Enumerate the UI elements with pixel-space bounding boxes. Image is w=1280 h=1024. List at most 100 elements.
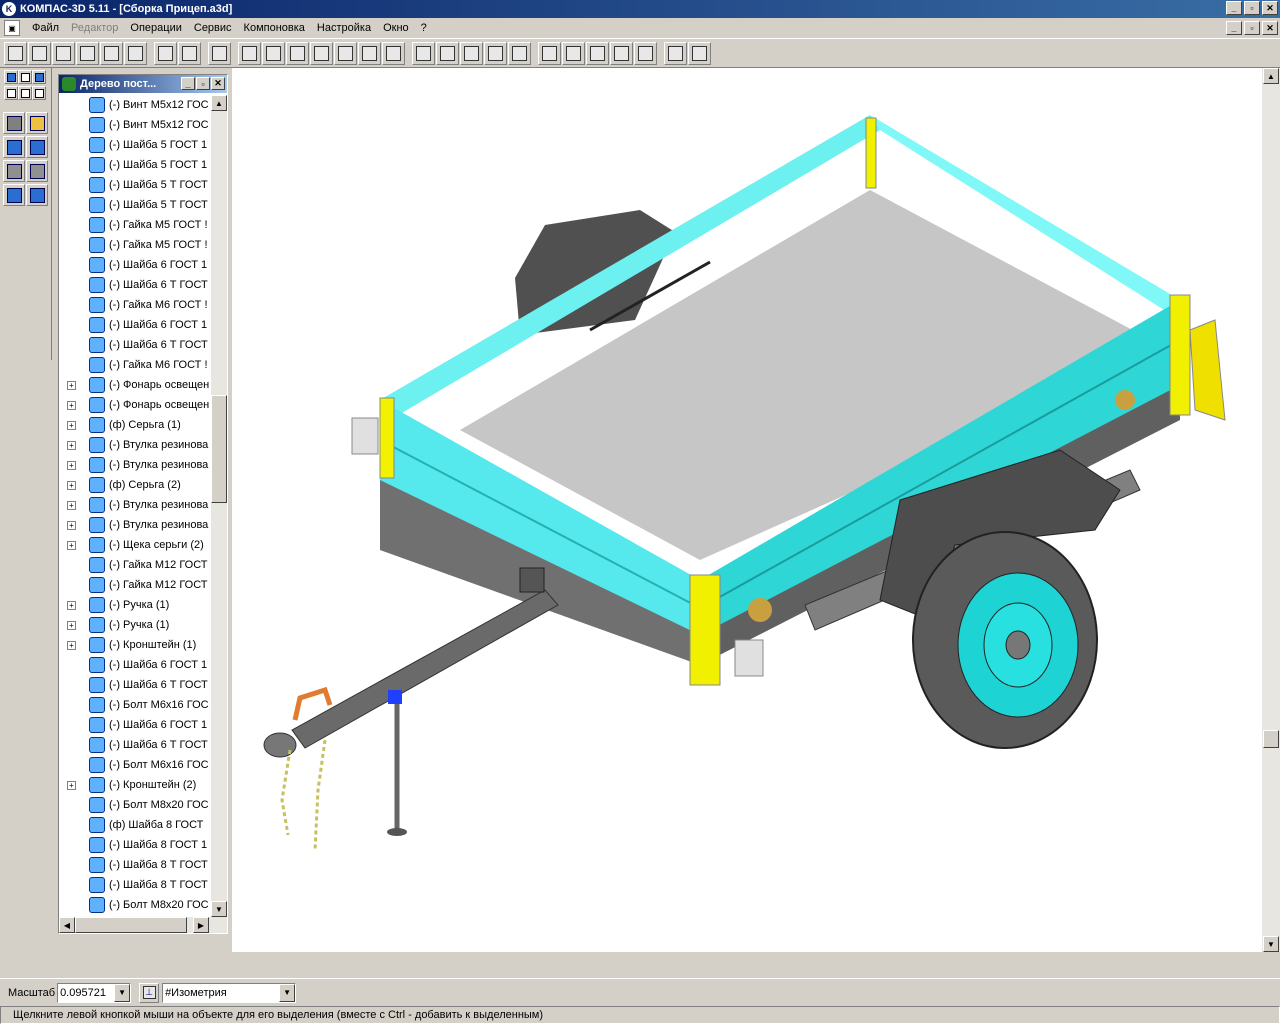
dim-tool-icon[interactable] bbox=[18, 70, 32, 84]
tree-node[interactable]: + (-) Ручка (1) bbox=[59, 595, 209, 615]
new-document-icon[interactable] bbox=[76, 41, 99, 65]
minimize-button[interactable]: _ bbox=[1226, 1, 1242, 15]
tree-node[interactable]: + (-) Втулка резинова bbox=[59, 435, 209, 455]
tree-node[interactable]: + (ф) Серьга (2) bbox=[59, 475, 209, 495]
tree-node[interactable]: + (-) Втулка резинова bbox=[59, 455, 209, 475]
expand-icon[interactable]: + bbox=[67, 600, 76, 610]
zoom-all-icon[interactable] bbox=[358, 41, 381, 65]
scroll-right-icon[interactable]: ▶ bbox=[193, 917, 209, 933]
library-icon[interactable] bbox=[586, 41, 609, 65]
tree-node[interactable]: (-) Гайка М12 ГОСТ bbox=[59, 575, 209, 595]
panel-maximize-button[interactable]: ▫ bbox=[196, 77, 210, 90]
expand-icon[interactable]: + bbox=[67, 420, 76, 430]
edit-tool-icon[interactable] bbox=[4, 70, 18, 84]
view-orientation-combobox[interactable]: #Изометрия ▼ bbox=[162, 982, 297, 1003]
zoom-window-icon[interactable] bbox=[238, 41, 261, 65]
tree-node[interactable]: + (-) Втулка резинова bbox=[59, 495, 209, 515]
rotate-icon[interactable] bbox=[382, 41, 405, 65]
tree-node[interactable]: (-) Шайба 6 Т ГОСТ bbox=[59, 735, 209, 755]
view-dropdown-icon[interactable]: ▼ bbox=[279, 983, 296, 1002]
expand-icon[interactable]: + bbox=[67, 500, 76, 510]
zoom-in-icon[interactable] bbox=[286, 41, 309, 65]
viewport-scroll-up-icon[interactable]: ▲ bbox=[1263, 68, 1279, 84]
expand-icon[interactable]: + bbox=[67, 780, 76, 790]
menu-window[interactable]: Окно bbox=[377, 22, 415, 34]
doc-restore-button[interactable]: ▫ bbox=[1244, 21, 1260, 35]
tree-node[interactable]: (ф) Шайба 8 ГОСТ bbox=[59, 815, 209, 835]
tree-node[interactable]: + (ф) Серьга (1) bbox=[59, 415, 209, 435]
tree-node[interactable]: (-) Болт М6х16 ГОС bbox=[59, 695, 209, 715]
open-part-icon[interactable] bbox=[26, 112, 48, 134]
tree-scroll-thumb[interactable] bbox=[211, 395, 227, 503]
tree-node[interactable]: (-) Шайба 8 Т ГОСТ bbox=[59, 855, 209, 875]
tree-node[interactable]: (-) Шайба 5 ГОСТ 1 bbox=[59, 135, 209, 155]
tree-node[interactable]: (-) Шайба 6 ГОСТ 1 bbox=[59, 255, 209, 275]
settings-icon[interactable] bbox=[538, 41, 561, 65]
move-part-icon[interactable] bbox=[3, 136, 25, 158]
maximize-button[interactable]: ▫ bbox=[1244, 1, 1260, 15]
tree-node[interactable]: + (-) Втулка резинова bbox=[59, 515, 209, 535]
menu-operations[interactable]: Операции bbox=[124, 22, 187, 34]
properties-icon[interactable] bbox=[562, 41, 585, 65]
part-icon[interactable] bbox=[3, 112, 25, 134]
tree-node[interactable]: (-) Гайка М12 ГОСТ bbox=[59, 555, 209, 575]
tree-node[interactable]: (-) Шайба 6 Т ГОСТ bbox=[59, 335, 209, 355]
tree-node[interactable]: + (-) Кронштейн (2) bbox=[59, 775, 209, 795]
doc-close-button[interactable]: ✕ bbox=[1262, 21, 1278, 35]
tree-node[interactable]: + (-) Фонарь освещен bbox=[59, 395, 209, 415]
expand-icon[interactable]: + bbox=[67, 380, 76, 390]
menu-help[interactable]: ? bbox=[415, 22, 433, 34]
view-hidden-icon[interactable] bbox=[436, 41, 459, 65]
expand-icon[interactable]: + bbox=[67, 480, 76, 490]
panel-close-button[interactable]: ✕ bbox=[211, 77, 225, 90]
view-perspective-icon[interactable] bbox=[508, 41, 531, 65]
save-icon[interactable] bbox=[178, 41, 201, 65]
layers-icon[interactable] bbox=[634, 41, 657, 65]
trailer-3d-model[interactable] bbox=[232, 68, 1262, 952]
tree-node[interactable]: + (-) Щека серьги (2) bbox=[59, 535, 209, 555]
3d-viewport[interactable] bbox=[232, 68, 1262, 952]
document-icon[interactable]: ▣ bbox=[4, 20, 20, 36]
assembly-icon[interactable] bbox=[3, 184, 25, 206]
new-text-icon[interactable] bbox=[124, 41, 147, 65]
model-tree-title-bar[interactable]: Дерево пост... _ ▫ ✕ bbox=[59, 75, 227, 93]
edit-sketch-icon[interactable] bbox=[208, 41, 231, 65]
new-part-icon[interactable] bbox=[28, 41, 51, 65]
tree-node[interactable]: (-) Шайба 6 ГОСТ 1 bbox=[59, 715, 209, 735]
scroll-left-icon[interactable]: ◀ bbox=[59, 917, 75, 933]
expand-icon[interactable]: + bbox=[67, 540, 76, 550]
new-spec-icon[interactable] bbox=[100, 41, 123, 65]
tree-node[interactable]: (-) Гайка М5 ГОСТ ! bbox=[59, 235, 209, 255]
line-tool-icon[interactable] bbox=[4, 86, 18, 100]
menu-editor[interactable]: Редактор bbox=[65, 22, 124, 34]
tree-node[interactable]: (-) Шайба 6 Т ГОСТ bbox=[59, 675, 209, 695]
viewport-scroll-down-icon[interactable]: ▼ bbox=[1263, 936, 1279, 952]
doc-minimize-button[interactable]: _ bbox=[1226, 21, 1242, 35]
pan-icon[interactable] bbox=[334, 41, 357, 65]
expand-icon[interactable]: + bbox=[67, 620, 76, 630]
orientation-icon[interactable]: ⊥ bbox=[139, 982, 160, 1003]
viewport-vertical-scrollbar[interactable]: ▲ ▼ bbox=[1262, 68, 1280, 952]
panel-minimize-button[interactable]: _ bbox=[181, 77, 195, 90]
point-tool-icon[interactable] bbox=[32, 70, 46, 84]
expand-icon[interactable]: + bbox=[67, 520, 76, 530]
tree-node[interactable]: (-) Шайба 8 Т ГОСТ bbox=[59, 875, 209, 895]
expand-icon[interactable]: + bbox=[67, 440, 76, 450]
tree-node[interactable]: (-) Болт М6х16 ГОС bbox=[59, 755, 209, 775]
constraint-icon[interactable] bbox=[26, 160, 48, 182]
expand-icon[interactable]: + bbox=[67, 400, 76, 410]
tree-node[interactable]: (-) Шайба 5 Т ГОСТ bbox=[59, 175, 209, 195]
tree-node[interactable]: (-) Шайба 5 ГОСТ 1 bbox=[59, 155, 209, 175]
tree-node[interactable]: (-) Гайка М6 ГОСТ ! bbox=[59, 355, 209, 375]
tree-node[interactable]: (-) Винт М5х12 ГОС bbox=[59, 95, 209, 115]
expand-icon[interactable]: + bbox=[67, 640, 76, 650]
scale-combobox[interactable]: 0.095721 ▼ bbox=[57, 982, 132, 1003]
zoom-out-icon[interactable] bbox=[310, 41, 333, 65]
tree-node[interactable]: (-) Болт М8х20 ГОС bbox=[59, 895, 209, 915]
menu-layout[interactable]: Компоновка bbox=[238, 22, 311, 34]
tree-node[interactable]: + (-) Кронштейн (1) bbox=[59, 635, 209, 655]
tree-node[interactable]: (-) Шайба 8 ГОСТ 1 bbox=[59, 835, 209, 855]
new-assembly-icon[interactable] bbox=[4, 41, 27, 65]
tree-node[interactable]: (-) Болт М8х20 ГОС bbox=[59, 795, 209, 815]
menu-settings[interactable]: Настройка bbox=[311, 22, 377, 34]
